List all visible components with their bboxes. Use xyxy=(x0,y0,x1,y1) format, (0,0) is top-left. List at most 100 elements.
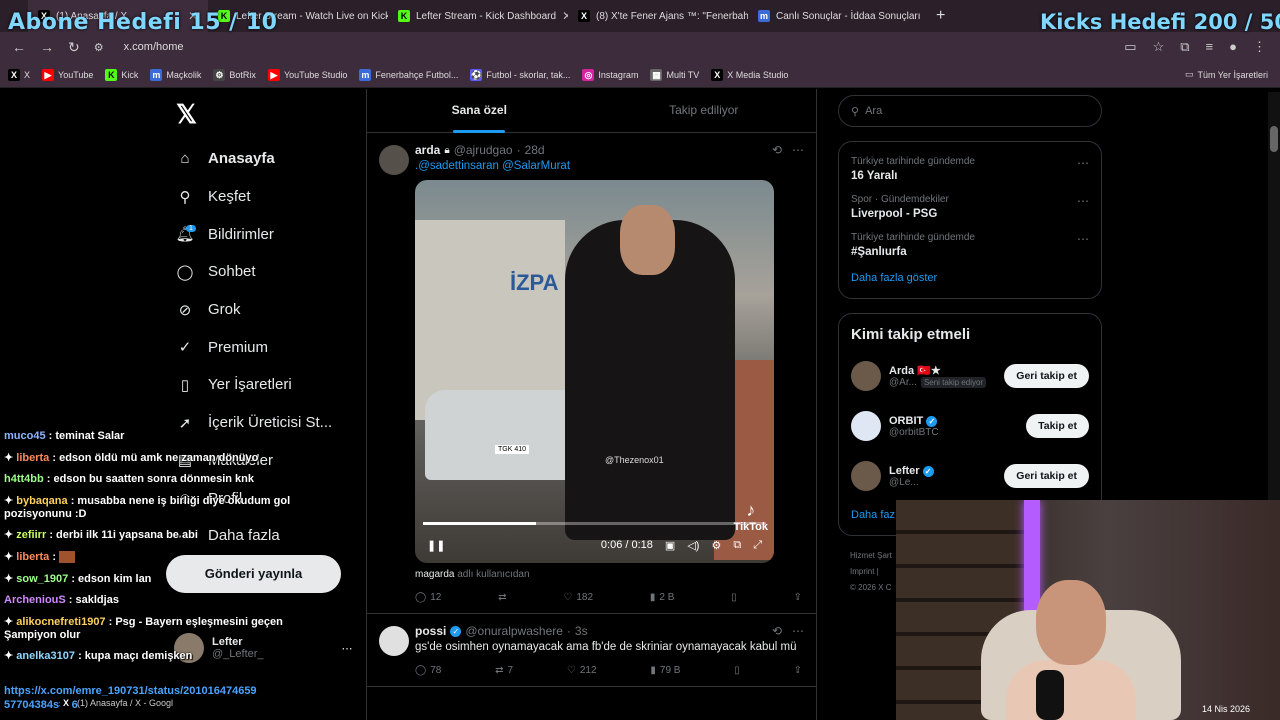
trend-item[interactable]: Türkiye tarihinde gündemde #Şanlıurfa ⋯ xyxy=(851,226,1089,264)
extensions-icon[interactable]: ⧉ xyxy=(1180,39,1189,55)
browser-tab[interactable]: K Lefter Stream - Kick Dashboard ✕ xyxy=(388,0,568,32)
back-icon[interactable]: ← xyxy=(12,39,26,55)
avatar[interactable] xyxy=(379,145,409,175)
media-icon[interactable]: ≡ xyxy=(1206,39,1214,55)
nav-notifications[interactable]: 🔔︎ 1 Bildirimler xyxy=(170,215,360,253)
bookmark-item[interactable]: XX xyxy=(8,68,30,81)
tweet-time[interactable]: 28d xyxy=(525,143,545,157)
follow-suggestion[interactable]: Arda 🇹🇷★ @Ar... Seni takip ediyor Geri ta… xyxy=(851,351,1089,401)
captions-icon[interactable]: ▣ xyxy=(665,539,675,552)
bookmark-item[interactable]: m Maçkolik xyxy=(150,68,201,81)
share-button[interactable]: ⇪ xyxy=(794,592,802,603)
scrollbar-thumb[interactable] xyxy=(1270,126,1278,152)
source-user[interactable]: magarda xyxy=(415,569,454,580)
browser-tab[interactable]: X (8) X'te Fener Ajans ™: "Fenerbahçe ✕ xyxy=(568,0,748,32)
bookmark-item[interactable]: m Fenerbahçe Futbol... xyxy=(359,68,458,81)
nav-explore[interactable]: ⚲ Keşfet xyxy=(170,178,360,216)
like-button[interactable]: ♡ 182 xyxy=(563,592,593,603)
follow-back-button[interactable]: Geri takip et xyxy=(1004,364,1089,388)
cast-icon[interactable]: ▭ xyxy=(1124,39,1136,55)
more-icon[interactable]: ⋯ xyxy=(1077,194,1089,208)
follow-button[interactable]: Takip et xyxy=(1026,414,1089,438)
more-icon[interactable]: ⋯ xyxy=(342,642,353,655)
bookmark-item[interactable]: ▶ YouTube Studio xyxy=(267,68,347,81)
repost-button[interactable]: ⇄ 7 xyxy=(495,665,513,676)
browser-tab[interactable]: m Canlı Sonuçlar - İddaa Sonuçları ✕ xyxy=(748,0,928,32)
address-bar[interactable]: x.com/home xyxy=(124,41,184,53)
views-button[interactable]: ▮ 2 B xyxy=(650,592,675,603)
tweet-text[interactable]: .@sadettinsaran @SalarMurat xyxy=(415,160,804,172)
tweet-text[interactable]: gs'de osimhen oynamayacak ama fb'de de s… xyxy=(415,641,804,653)
avatar[interactable] xyxy=(379,626,409,656)
more-icon[interactable]: ⋯ xyxy=(1077,156,1089,170)
reply-icon: ◯ xyxy=(415,592,427,603)
tweet-author-name[interactable]: arda xyxy=(415,143,440,157)
nav-home[interactable]: ⌂ Anasayfa xyxy=(170,140,360,178)
follow-suggestion[interactable]: Lefter ✓ @Le... Geri takip et xyxy=(851,451,1089,501)
nav-bookmarks[interactable]: ▯ Yer İşaretleri xyxy=(170,366,360,404)
show-more-link[interactable]: Daha fazla göster xyxy=(851,264,1089,290)
tweet-author-handle[interactable]: @ajrudgao xyxy=(454,143,513,157)
trend-item[interactable]: Türkiye tarihinde gündemde 16 Yaralı ⋯ xyxy=(851,150,1089,188)
reply-button[interactable]: ◯ 12 xyxy=(415,592,441,603)
avatar[interactable] xyxy=(851,411,881,441)
reply-button[interactable]: ◯ 78 xyxy=(415,665,441,676)
forward-icon[interactable]: → xyxy=(40,39,54,55)
chat-badge-icon: ✦ xyxy=(4,529,14,542)
views-button[interactable]: ▮ 79 B xyxy=(650,665,680,676)
volume-icon[interactable]: ◁) xyxy=(687,539,699,552)
tab-following[interactable]: Takip ediliyor xyxy=(592,89,817,132)
star-icon[interactable]: ☆ xyxy=(1153,39,1165,55)
chat-icon: ◯ xyxy=(176,263,194,281)
verified-icon: ✓ xyxy=(922,465,934,477)
more-icon[interactable]: ⋯ xyxy=(1077,232,1089,246)
bookmark-item[interactable]: ◎ Instagram xyxy=(582,68,638,81)
tweet-author-name[interactable]: possi xyxy=(415,624,446,638)
bookmark-button[interactable]: ▯ xyxy=(731,592,737,603)
new-tab-button[interactable]: + xyxy=(928,7,953,25)
bookmark-button[interactable]: ▯ xyxy=(734,665,740,676)
bookmark-item[interactable]: ⚽ Futbol - skorlar, tak... xyxy=(470,68,570,81)
nav-chat[interactable]: ◯ Sohbet xyxy=(170,253,360,291)
site-info-icon[interactable]: ⚙ xyxy=(94,41,104,54)
x-logo-icon[interactable]: 𝕏 xyxy=(176,99,360,130)
bookmark-item[interactable]: ▦ Multi TV xyxy=(650,68,699,81)
settings-icon[interactable]: ⚙ xyxy=(711,539,721,552)
follow-back-button[interactable]: Geri takip et xyxy=(1004,464,1089,488)
repost-button[interactable]: ⇄ xyxy=(498,592,506,603)
video-player[interactable]: İZPA TGK 410 @Thezenox01 ♪ TikTok ❚❚ 0:06… xyxy=(415,180,774,563)
profile-avatar[interactable]: ● xyxy=(1229,39,1237,55)
like-button[interactable]: ♡ 212 xyxy=(567,665,597,676)
bookmark-item[interactable]: ▶ YouTube xyxy=(42,68,93,81)
taskbar-window[interactable]: X (1) Anasayfa / X - Googl xyxy=(60,697,173,709)
tweet-time[interactable]: 3s xyxy=(575,624,588,638)
tweet[interactable]: ⟲ ⋯ possi ✓ @onuralpwashere · 3s gs'de o… xyxy=(367,614,816,687)
fullscreen-icon[interactable]: ⤢ xyxy=(753,539,762,552)
video-progress-bar[interactable] xyxy=(423,522,766,525)
grok-icon[interactable]: ⟲ xyxy=(772,624,782,638)
search-input[interactable]: ⚲ Ara xyxy=(838,95,1102,127)
more-icon[interactable]: ⋯ xyxy=(792,143,804,157)
bookmark-item[interactable]: XX Media Studio xyxy=(711,68,788,81)
pause-icon[interactable]: ❚❚ xyxy=(427,539,445,552)
trend-item[interactable]: Spor · Gündemdekiler Liverpool - PSG ⋯ xyxy=(851,188,1089,226)
nav-premium[interactable]: ✓ Premium xyxy=(170,328,360,366)
grok-icon[interactable]: ⟲ xyxy=(772,143,782,157)
bookmark-item[interactable]: ⚙ BotRix xyxy=(213,68,256,81)
avatar[interactable] xyxy=(851,461,881,491)
share-icon: ⇪ xyxy=(793,592,802,603)
pip-icon[interactable]: ⧉ xyxy=(733,539,741,552)
bookmark-item[interactable]: K Kick xyxy=(105,68,138,81)
more-icon[interactable]: ⋯ xyxy=(792,624,804,638)
tweet-author-handle[interactable]: @onuralpwashere xyxy=(465,624,563,638)
follow-suggestion[interactable]: ORBIT ✓ @orbitBTC Takip et xyxy=(851,401,1089,451)
all-bookmarks[interactable]: ▭ Tüm Yer İşaretleri xyxy=(1185,69,1268,80)
kick-icon: K xyxy=(105,68,118,81)
menu-icon[interactable]: ⋮ xyxy=(1253,39,1266,55)
tweet[interactable]: ⟲ ⋯ arda 🔒︎ @ajrudgao · 28d .@sadettinsa… xyxy=(367,133,816,614)
nav-grok[interactable]: ⊘ Grok xyxy=(170,291,360,329)
tab-for-you[interactable]: Sana özel xyxy=(367,89,592,133)
reload-icon[interactable]: ↻ xyxy=(68,39,80,56)
share-button[interactable]: ⇪ xyxy=(794,665,802,676)
avatar[interactable] xyxy=(851,361,881,391)
